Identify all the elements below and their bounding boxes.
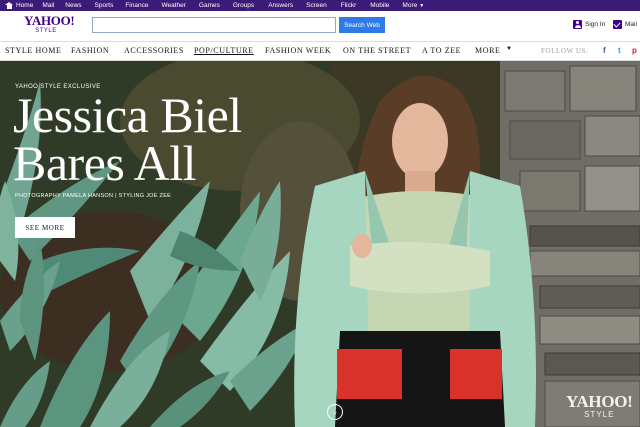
user-icon bbox=[573, 20, 582, 29]
twitter-icon[interactable]: t bbox=[618, 46, 621, 55]
watermark-sub: STYLE bbox=[584, 410, 615, 419]
topbar-label: Games bbox=[198, 2, 220, 9]
topbar-item-groups[interactable]: Groups bbox=[233, 2, 254, 9]
topbar-item-mobile[interactable]: Mobile bbox=[370, 2, 389, 9]
mail-icon bbox=[613, 20, 622, 29]
yahoo-style-logo[interactable]: YAHOO! STYLE bbox=[24, 13, 75, 35]
nav-item-fashion-week[interactable]: FASHION WEEK bbox=[265, 46, 331, 55]
topbar-item-news[interactable]: News bbox=[65, 2, 81, 9]
top-nav-bar: Home Mail News Sports Finance Weather Ga… bbox=[0, 0, 640, 11]
topbar-label: Weather bbox=[161, 2, 186, 9]
topbar-label: Sports bbox=[94, 2, 114, 9]
topbar-label: Answers bbox=[268, 2, 294, 9]
topbar-item-more[interactable]: More ▼ bbox=[402, 2, 424, 9]
topbar-item-finance[interactable]: Finance bbox=[125, 2, 148, 9]
search-web-button[interactable]: Search Web bbox=[339, 17, 385, 33]
facebook-icon[interactable]: f bbox=[603, 46, 606, 55]
topbar-label: Flickr bbox=[340, 2, 357, 9]
nav-item-on-the-street[interactable]: ON THE STREET bbox=[343, 46, 411, 55]
chevron-down-icon[interactable]: ⌄ bbox=[327, 404, 343, 420]
mail-link[interactable]: Mail bbox=[613, 20, 637, 29]
topbar-item-games[interactable]: Games bbox=[199, 2, 220, 9]
logo-sub: STYLE bbox=[35, 28, 57, 34]
topbar-item-flickr[interactable]: Flickr bbox=[341, 2, 357, 9]
watermark-brand: YAHOO! bbox=[566, 392, 633, 411]
search-input[interactable] bbox=[92, 17, 336, 33]
chevron-down-icon: ▼ bbox=[419, 2, 425, 9]
topbar-label: Mail bbox=[42, 2, 55, 9]
chevron-down-icon: ▼ bbox=[506, 46, 512, 52]
topbar-label: News bbox=[65, 2, 82, 9]
topbar-item-screen[interactable]: Screen bbox=[306, 2, 327, 9]
yahoo-style-watermark: YAHOO! STYLE bbox=[566, 392, 633, 419]
nav-item-pop-culture[interactable]: POP/CULTURE bbox=[194, 46, 254, 55]
see-more-button[interactable]: SEE MORE bbox=[15, 217, 75, 238]
topbar-label: More bbox=[402, 2, 418, 9]
section-nav: STYLE HOME FASHION ACCESSORIES POP/CULTU… bbox=[0, 41, 640, 61]
nav-item-fashion[interactable]: FASHION bbox=[71, 46, 109, 55]
hero-banner[interactable]: YAHOO STYLE EXCLUSIVE Jessica Biel Bares… bbox=[0, 61, 640, 427]
follow-us-label: FOLLOW US: bbox=[541, 47, 589, 55]
topbar-item-weather[interactable]: Weather bbox=[161, 2, 185, 9]
headline-line-2: Bares All bbox=[13, 135, 196, 191]
nav-item-more[interactable]: MORE bbox=[475, 46, 501, 55]
hero-headline[interactable]: Jessica Biel Bares All bbox=[13, 87, 242, 191]
topbar-item-sports[interactable]: Sports bbox=[95, 2, 114, 9]
headline-line-1: Jessica Biel bbox=[13, 87, 242, 143]
pinterest-icon[interactable]: p bbox=[632, 46, 637, 55]
nav-item-a-to-zee[interactable]: A TO ZEE bbox=[422, 46, 461, 55]
sign-in-link[interactable]: Sign In bbox=[573, 20, 605, 29]
topbar-label: Home bbox=[16, 2, 34, 9]
topbar-label: Mobile bbox=[370, 2, 390, 9]
topbar-label: Screen bbox=[306, 2, 327, 9]
topbar-label: Finance bbox=[125, 2, 149, 9]
topbar-item-home[interactable]: Home bbox=[5, 2, 33, 9]
topbar-item-mail[interactable]: Mail bbox=[42, 2, 54, 9]
nav-item-accessories[interactable]: ACCESSORIES bbox=[124, 46, 184, 55]
topbar-label: Groups bbox=[232, 2, 255, 9]
logo-brand: YAHOO! bbox=[24, 13, 75, 28]
home-icon bbox=[5, 2, 13, 9]
nav-item-style-home[interactable]: STYLE HOME bbox=[5, 46, 61, 55]
mail-label: Mail bbox=[625, 21, 637, 28]
topbar-item-answers[interactable]: Answers bbox=[268, 2, 293, 9]
sign-in-label: Sign In bbox=[585, 21, 606, 28]
photo-credit: PHOTOGRAPHY PAMELA HANSON | STYLING JOE … bbox=[15, 193, 172, 199]
site-header: YAHOO! STYLE Search Web Sign In Mail bbox=[0, 11, 640, 41]
